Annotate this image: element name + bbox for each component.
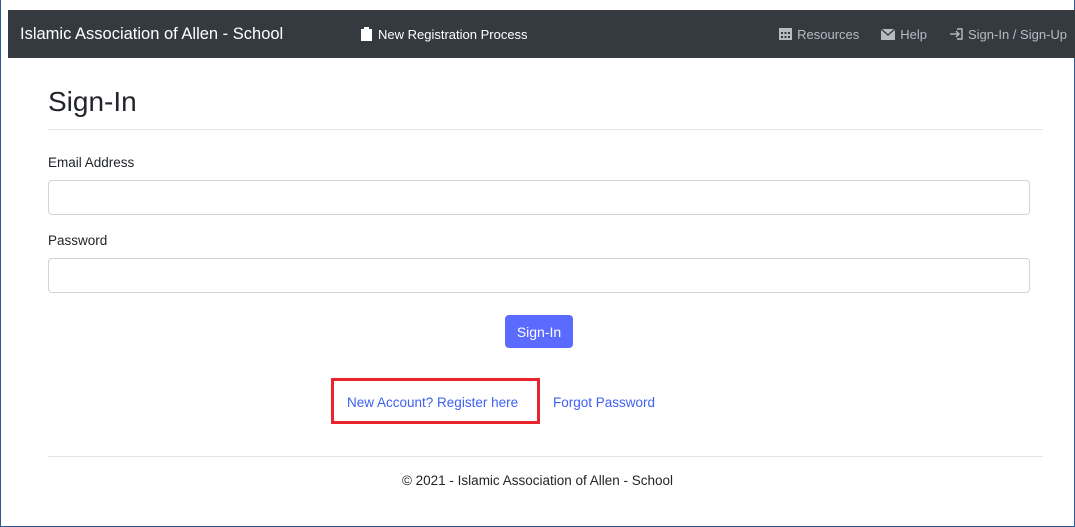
nav-signin-signup-label: Sign-In / Sign-Up [968,26,1067,42]
nav-help-label: Help [900,26,927,42]
email-field[interactable] [48,180,1030,215]
email-label: Email Address [48,155,135,170]
page-title: Sign-In [48,86,137,117]
calendar-icon [779,28,793,40]
navbar-brand[interactable]: Islamic Association of Allen - School [20,25,283,44]
envelope-icon [881,28,896,40]
nav-new-registration-label: New Registration Process [378,26,528,42]
nav-signin-signup-link[interactable]: Sign-In / Sign-Up [949,27,1067,42]
nav-right-group: Resources Help Sign-In / Sign-Up [779,10,1067,58]
password-label: Password [48,233,108,248]
password-field[interactable] [48,258,1030,293]
nav-left-group: New Registration Process [360,10,528,58]
footer-divider [48,456,1043,457]
footer-copyright: © 2021 - Islamic Association of Allen - … [401,473,674,488]
register-link[interactable]: New Account? Register here [347,395,518,410]
sign-in-icon [950,28,963,40]
nav-new-registration-link[interactable]: New Registration Process [360,27,528,42]
sign-in-button[interactable]: Sign-In [505,315,573,348]
nav-resources-link[interactable]: Resources [779,27,859,42]
nav-help-link[interactable]: Help [881,27,927,42]
title-divider [48,129,1043,130]
top-navbar: Islamic Association of Allen - School Ne… [8,10,1075,58]
clipboard-icon [361,27,372,41]
forgot-password-link[interactable]: Forgot Password [553,395,655,410]
nav-resources-label: Resources [797,26,860,42]
